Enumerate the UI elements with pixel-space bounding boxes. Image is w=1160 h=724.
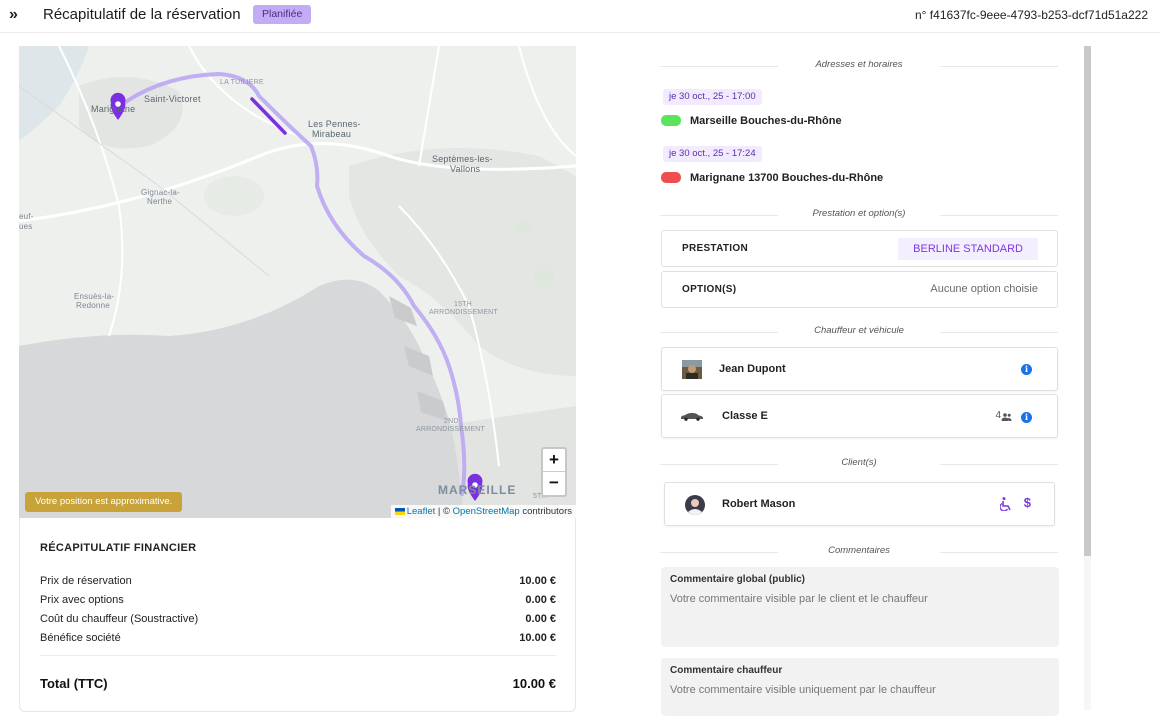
prestation-value: BERLINE STANDARD [898, 238, 1038, 260]
section-client-header: Client(s) [660, 457, 1058, 471]
map-label-gignac-2: Nerthe [147, 197, 173, 206]
booking-reference: n° f41637fc-9eee-4793-b253-dcf71d51a222 [915, 8, 1148, 22]
options-label: OPTION(S) [682, 284, 737, 295]
driver-avatar [682, 360, 702, 379]
driver-name: Jean Dupont [719, 363, 786, 375]
finance-divider [40, 655, 556, 656]
finance-row-label: Bénéfice société [40, 632, 121, 644]
prestation-label: PRESTATION [682, 243, 748, 254]
car-icon [681, 413, 703, 421]
options-value: Aucune option choisie [930, 283, 1038, 295]
route-map[interactable]: Marignane Saint-Victoret LA TUILIERE Les… [19, 46, 576, 518]
finance-row: Bénéfice société 10.00 € [40, 632, 556, 648]
page-title: Récapitulatif de la réservation [43, 6, 241, 23]
map-label-2nd: 2ND [444, 418, 459, 425]
dropoff-address: Marignane 13700 Bouches-du-Rhône [690, 172, 884, 184]
finance-row-value: 10.00 € [519, 575, 556, 587]
status-badge: Planifiée [253, 5, 312, 24]
map-label-marignane: Marignane [91, 104, 136, 114]
expand-sidebar-icon[interactable]: » [9, 6, 27, 24]
driver-comment-placeholder: Votre commentaire visible uniquement par… [670, 684, 936, 696]
map-label-15th: 15TH [454, 301, 472, 308]
pickup-address: Marseille Bouches-du-Rhône [690, 115, 842, 127]
public-comment-field[interactable]: Commentaire global (public) Votre commen… [661, 567, 1059, 647]
public-comment-label: Commentaire global (public) [670, 574, 806, 585]
dropoff-date-badge: je 30 oct., 25 - 17:24 [663, 146, 762, 162]
openstreetmap-link[interactable]: OpenStreetMap [453, 506, 520, 517]
pickup-dot-icon [661, 115, 681, 126]
zoom-in-button[interactable]: + [543, 449, 565, 472]
top-bar: » Récapitulatif de la réservation Planif… [0, 0, 1160, 33]
map-tiles [19, 46, 576, 518]
section-service-header: Prestation et option(s) [660, 208, 1058, 222]
options-box: OPTION(S) Aucune option choisie [661, 271, 1058, 308]
leaflet-link[interactable]: Leaflet [407, 506, 436, 517]
map-label-ensues-1: Ensuès-la- [74, 292, 115, 301]
map-label-rognac-2: ues [19, 222, 33, 231]
map-attribution: Leaflet | © OpenStreetMap contributors [390, 505, 576, 518]
map-label-gignac-1: Gignac-la- [141, 188, 180, 197]
finance-row: Prix de réservation 10.00 € [40, 575, 556, 591]
approximate-position-notice: Votre position est approximative. [25, 492, 183, 512]
driver-comment-label: Commentaire chauffeur [670, 665, 783, 676]
client-card[interactable]: Robert Mason $ [664, 482, 1055, 526]
map-label-rognac-1: euf- [19, 212, 34, 221]
map-label-ensues-2: Redonne [76, 301, 110, 310]
finance-total-value: 10.00 € [512, 676, 556, 691]
finance-row-label: Prix avec options [40, 594, 124, 606]
finance-row-value: 10.00 € [519, 632, 556, 644]
driver-info-icon[interactable]: i [1021, 364, 1032, 375]
finance-row-label: Prix de réservation [40, 575, 132, 587]
section-driver-header: Chauffeur et véhicule [660, 325, 1058, 339]
ukraine-flag-icon [394, 507, 405, 515]
driver-card[interactable]: Jean Dupont i [661, 347, 1058, 391]
section-addresses-header: Adresses et horaires [660, 59, 1058, 73]
dropoff-dot-icon [661, 172, 681, 183]
finance-row: Coût du chauffeur (Soustractive) 0.00 € [40, 613, 556, 629]
finance-total-label: Total (TTC) [40, 676, 108, 691]
attribution-separator: | © [435, 506, 453, 517]
passengers-icon [1001, 413, 1012, 421]
map-label-saint-victoret: Saint-Victoret [144, 94, 201, 104]
finance-row: Prix avec options 0.00 € [40, 594, 556, 610]
section-comments-header: Commentaires [660, 545, 1058, 559]
map-label-septemes-2: Vallons [450, 164, 481, 174]
finance-row-label: Coût du chauffeur (Soustractive) [40, 613, 199, 625]
public-comment-placeholder: Votre commentaire visible par le client … [670, 593, 928, 605]
zoom-out-button[interactable]: − [543, 472, 565, 495]
client-name: Robert Mason [722, 498, 796, 510]
payment-dollar-icon[interactable]: $ [1024, 495, 1031, 510]
scrollbar-thumb[interactable] [1084, 46, 1091, 556]
prestation-box: PRESTATION BERLINE STANDARD [661, 230, 1058, 267]
wheelchair-icon[interactable] [1000, 497, 1012, 511]
financial-summary-title: RÉCAPITULATIF FINANCIER [40, 542, 197, 554]
vehicle-info-icon[interactable]: i [1021, 412, 1032, 423]
map-label-pennes-2: Mirabeau [312, 129, 352, 139]
pickup-date-badge: je 30 oct., 25 - 17:00 [663, 89, 762, 105]
driver-comment-field[interactable]: Commentaire chauffeur Votre commentaire … [661, 658, 1059, 716]
map-label-pennes-1: Les Pennes- [308, 119, 361, 129]
map-label-2nd-arr: ARRONDISSEMENT [416, 426, 485, 433]
map-label-15th-arr: ARRONDISSEMENT [429, 309, 498, 316]
vehicle-card[interactable]: Classe E 4 i [661, 394, 1058, 438]
finance-row-value: 0.00 € [525, 613, 556, 625]
map-label-septemes-1: Septèmes-les- [432, 154, 493, 164]
attribution-suffix: contributors [519, 506, 572, 517]
map-label-la-tuiliere: LA TUILIERE [220, 79, 264, 86]
financial-summary-card: RÉCAPITULATIF FINANCIER Prix de réservat… [19, 518, 576, 712]
client-avatar [685, 495, 705, 515]
map-label-marseille: MARSEILLE [438, 483, 517, 497]
vehicle-name: Classe E [722, 410, 768, 422]
zoom-control: + − [541, 447, 567, 497]
finance-total-row: Total (TTC) 10.00 € [40, 676, 556, 691]
finance-row-value: 0.00 € [525, 594, 556, 606]
